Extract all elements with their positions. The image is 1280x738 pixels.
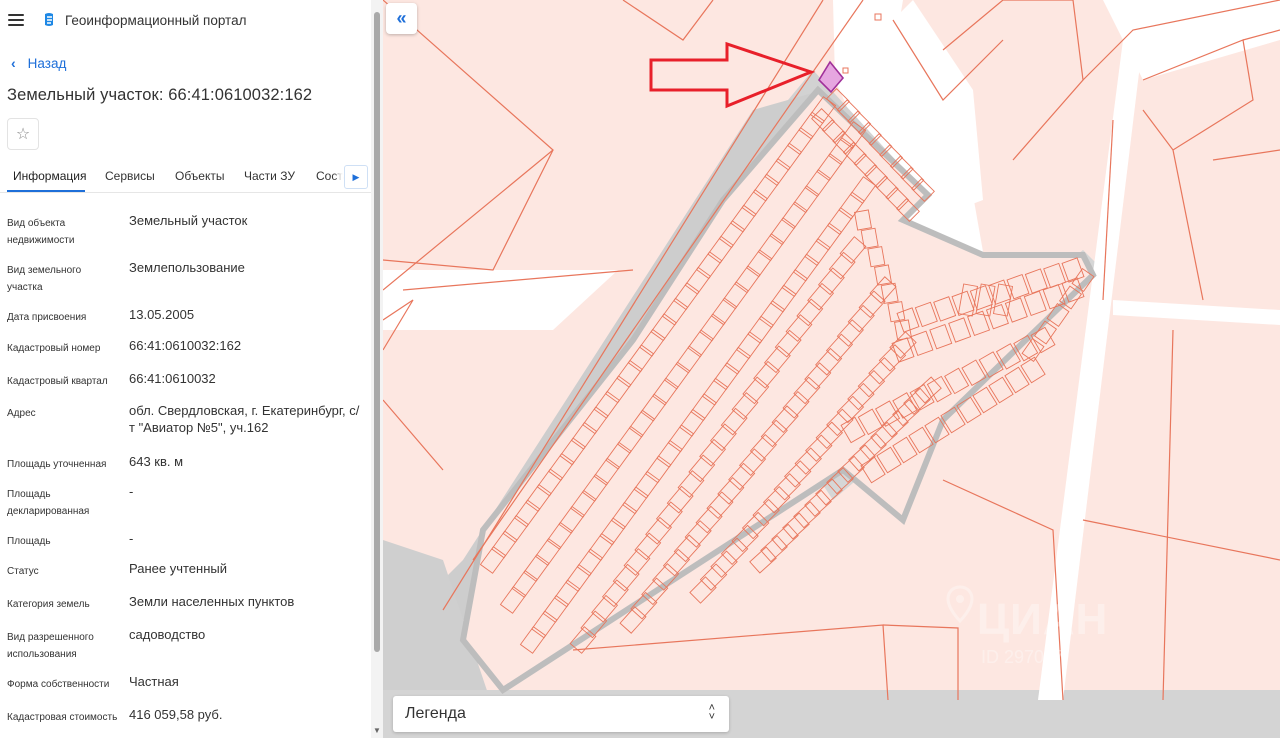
double-chevron-left-icon: « <box>396 8 407 28</box>
legend-dropdown[interactable]: Легенда ˄ ˅ <box>393 696 729 732</box>
detail-label: Статус <box>7 566 39 577</box>
detail-value: обл. Свердловская, г. Екатеринбург, с/т … <box>129 403 360 435</box>
detail-label: Кадастровый квартал <box>7 376 108 387</box>
parcel-boundary <box>622 0 714 41</box>
parcel-boundary <box>572 624 889 701</box>
detail-value: 13.05.2005 <box>129 307 195 322</box>
tab-objects[interactable]: Объекты <box>175 169 225 183</box>
garden-plot[interactable] <box>689 576 717 604</box>
detail-value: Земельный участок <box>129 213 248 228</box>
parcel-boundary <box>1212 149 1280 161</box>
detail-value: 66:41:0610032 <box>129 371 216 386</box>
detail-label: Дата присвоения <box>7 312 87 323</box>
unassigned-area <box>383 270 618 330</box>
parcel-boundary <box>1162 329 1174 701</box>
cadastral-map[interactable]: ЦИАН ID 297027 « Легенда ˄ ˅ <box>383 0 1280 738</box>
detail-label: Вид объекта недвижимости <box>7 218 75 246</box>
back-label: Назад <box>27 55 67 71</box>
tab-information[interactable]: Информация <box>13 169 86 183</box>
parcel-boundary <box>1082 519 1280 561</box>
favorite-star-button[interactable]: ☆ <box>7 118 39 150</box>
star-icon: ☆ <box>15 126 31 143</box>
tab-services[interactable]: Сервисы <box>105 169 155 183</box>
panel-scrollbar[interactable]: ▼ <box>371 0 383 738</box>
info-panel: Геоинформационный портал ‹ Назад Земельн… <box>0 0 371 738</box>
detail-value: 643 кв. м <box>129 454 184 469</box>
detail-label: Площадь декларированная <box>7 489 90 517</box>
detail-value: Землепользование <box>129 260 245 275</box>
garden-plot[interactable] <box>1004 366 1030 394</box>
detail-label: Кадастровый номер <box>7 343 101 354</box>
watermark-id: ID 297027 <box>981 647 1065 667</box>
garden-plot[interactable] <box>699 563 728 591</box>
back-link[interactable]: ‹ Назад <box>11 55 66 71</box>
detail-label: Площадь <box>7 536 51 547</box>
detail-label: Вид земельного участка <box>7 265 82 293</box>
detail-value: - <box>129 484 134 499</box>
detail-label: Вид разрешенного использования <box>7 632 94 660</box>
scroll-down-arrow-icon[interactable]: ▼ <box>373 726 381 736</box>
collapse-panel-button[interactable]: « <box>386 3 417 34</box>
detail-label: Категория земель <box>7 599 90 610</box>
parcel-boundary <box>383 0 554 291</box>
scrollbar-thumb[interactable] <box>374 12 380 652</box>
detail-value: садоводство <box>129 627 206 642</box>
location-pin-icon <box>946 585 974 624</box>
detail-label: Адрес <box>7 408 36 419</box>
garden-plot[interactable] <box>988 376 1014 404</box>
pointer-arrow <box>649 41 816 109</box>
road <box>1113 300 1280 325</box>
tabs-scroll-right-button[interactable]: ▶ <box>344 165 368 189</box>
parcel-boundary <box>383 399 444 471</box>
parcel-boundary <box>383 149 554 271</box>
detail-value: Ранее учтенный <box>129 561 227 576</box>
detail-label: Форма собственности <box>7 679 110 690</box>
portal-logo-icon <box>45 13 53 26</box>
chevron-right-icon: ▶ <box>352 171 360 182</box>
detail-value: Земли населенных пунктов <box>129 594 295 609</box>
tab-bar: Информация Сервисы Объекты Части ЗУ Сост… <box>0 160 371 193</box>
chevron-left-icon: ‹ <box>11 55 16 71</box>
detail-label: Площадь уточненная <box>7 459 107 470</box>
watermark-text: ЦИАН <box>977 595 1109 644</box>
app-title: Геоинформационный портал <box>65 12 247 28</box>
watermark: ЦИАН ID 297027 <box>945 585 1155 675</box>
tab-parcel-parts[interactable]: Части ЗУ <box>244 169 295 183</box>
page-title: Земельный участок: 66:41:0610032:162 <box>7 86 313 104</box>
detail-label: Кадастровая стоимость <box>7 712 118 723</box>
detail-value: Частная <box>129 674 179 689</box>
panel-header: Геоинформационный портал <box>0 0 371 40</box>
detail-value: 416 059,58 руб. <box>129 707 223 722</box>
parcel-boundary <box>1172 149 1204 301</box>
chevron-up-down-icon: ˄ ˅ <box>708 702 715 723</box>
hamburger-menu-icon[interactable] <box>8 14 24 26</box>
legend-label: Легенда <box>405 705 466 722</box>
detail-value: 66:41:0610032:162 <box>129 338 242 353</box>
detail-value: - <box>129 531 134 546</box>
active-tab-indicator <box>7 190 85 192</box>
